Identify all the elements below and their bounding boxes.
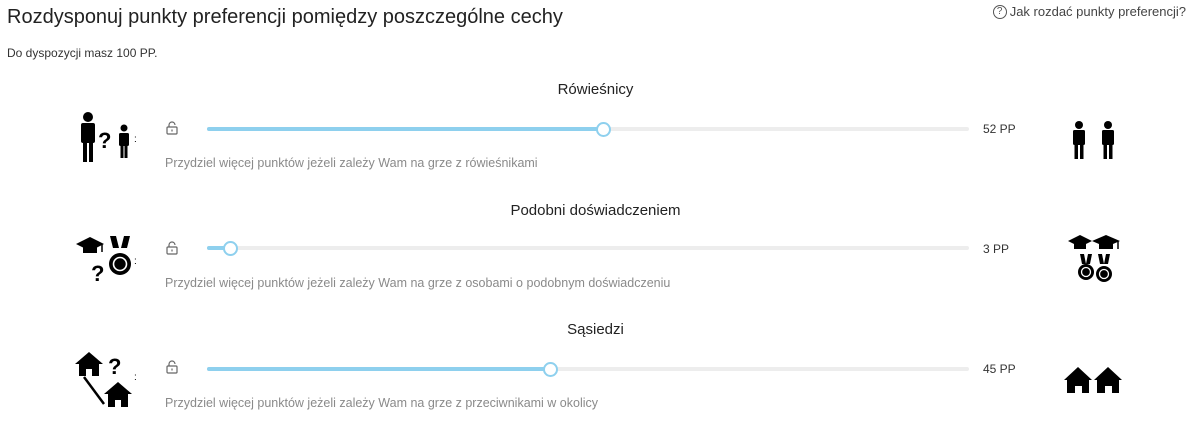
graduation-cap-medal-question-icon: ? : xyxy=(74,230,140,290)
help-link[interactable]: ? Jak rozdać punkty preferencji? xyxy=(992,4,1186,19)
svg-text:?: ? xyxy=(91,261,104,286)
help-link-label: Jak rozdać punkty preferencji? xyxy=(1009,4,1186,19)
section-title-experience: Podobni doświadczeniem xyxy=(510,202,681,219)
preference-slider-neighbours[interactable] xyxy=(207,362,969,377)
svg-text::: : xyxy=(134,256,137,267)
two-persons-icon xyxy=(1062,118,1126,168)
svg-text:?: ? xyxy=(98,128,111,153)
section-hint: Przydziel więcej punktów jeżeli zależy W… xyxy=(165,396,599,410)
slider-value: 45 PP xyxy=(983,362,1016,376)
person-question-person-icon: ? : xyxy=(74,108,140,168)
slider-value: 3 PP xyxy=(983,242,1010,256)
slider-value: 52 PP xyxy=(983,122,1016,136)
slider-handle[interactable] xyxy=(222,241,238,256)
lock-open-icon[interactable] xyxy=(165,241,179,255)
two-houses-icon xyxy=(1062,360,1126,410)
section-title-peers: Rówieśnicy xyxy=(557,81,634,98)
preference-slider-peers[interactable] xyxy=(207,122,969,137)
svg-text:?: ? xyxy=(108,354,121,379)
slider-handle[interactable] xyxy=(596,122,612,137)
house-question-house-icon: ? : xyxy=(74,350,140,410)
lock-open-icon[interactable] xyxy=(165,360,179,374)
slider-handle[interactable] xyxy=(542,362,558,377)
section-title-neighbours: Sąsiedzi xyxy=(567,321,624,338)
section-hint: Przydziel więcej punktów jeżeli zależy W… xyxy=(165,156,538,170)
svg-text::: : xyxy=(134,372,137,383)
svg-text::: : xyxy=(134,134,137,145)
question-circle-icon: ? xyxy=(992,4,1007,19)
budget-text: Do dyspozycji masz 100 PP. xyxy=(7,46,158,60)
preference-slider-experience[interactable] xyxy=(207,241,969,256)
page-title: Rozdysponuj punkty preferencji pomiędzy … xyxy=(7,6,563,28)
section-hint: Przydziel więcej punktów jeżeli zależy W… xyxy=(165,276,671,290)
lock-open-icon[interactable] xyxy=(165,121,179,135)
graduation-caps-medals-icon xyxy=(1062,232,1126,282)
slider-fill xyxy=(207,127,604,131)
slider-fill xyxy=(207,367,550,371)
